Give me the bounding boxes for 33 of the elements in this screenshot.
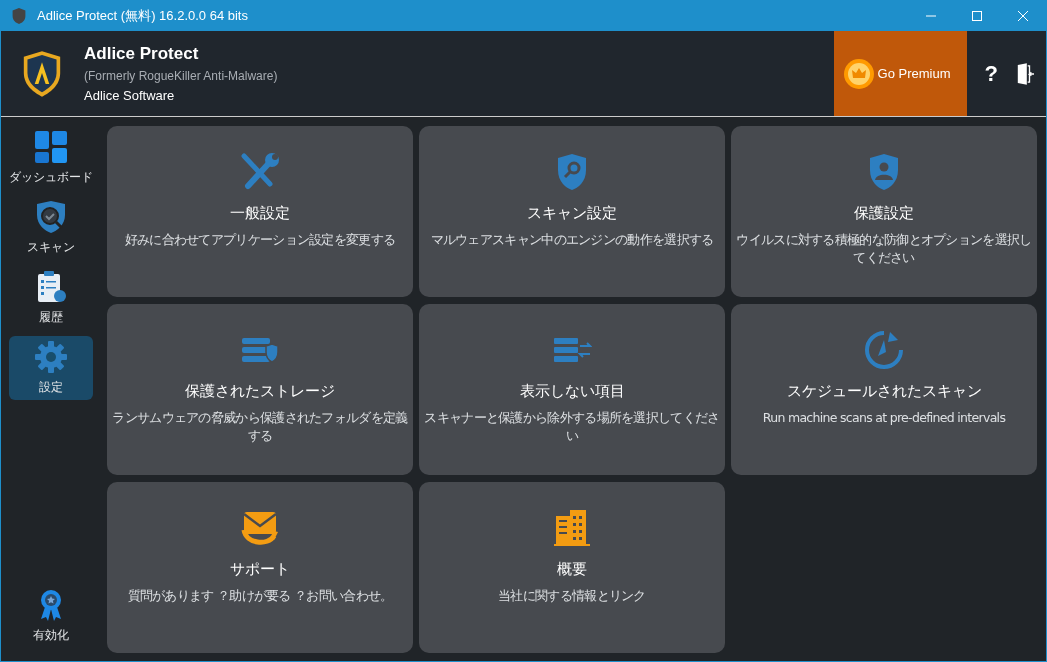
product-subtitle: (Formerly RogueKiller Anti-Malware) bbox=[84, 69, 279, 83]
settings-tile[interactable]: スキャン設定 マルウェアスキャン中のエンジンの動作を選択する bbox=[419, 126, 725, 297]
sidebar-item[interactable]: 有効化 bbox=[9, 584, 93, 648]
award-ribbon-icon bbox=[39, 588, 63, 621]
sidebar-item[interactable]: 設定 bbox=[9, 336, 93, 400]
settings-tile[interactable]: 一般設定 好みに合わせてアプリケーション設定を変更する bbox=[107, 126, 413, 297]
settings-tile[interactable]: 保護されたストレージ ランサムウェアの脅威から保護されたフォルダを定義する bbox=[107, 304, 413, 475]
go-premium-button[interactable]: Go Premium bbox=[833, 31, 967, 116]
sidebar-item[interactable]: スキャン bbox=[9, 196, 93, 260]
clipboard-icon bbox=[35, 270, 67, 303]
dashboard-icon bbox=[35, 130, 67, 163]
help-button[interactable]: ? bbox=[978, 60, 1004, 87]
sidebar-item[interactable]: 履歴 bbox=[9, 266, 93, 330]
exit-button[interactable] bbox=[1016, 62, 1034, 85]
settings-tile[interactable]: 保護設定 ウイルスに対する積極的な防御とオプションを選択してください bbox=[731, 126, 1037, 297]
shield-logo-icon bbox=[22, 50, 62, 97]
clock-refresh-icon bbox=[864, 330, 904, 370]
crown-icon bbox=[843, 58, 874, 89]
company-name: Adlice Software bbox=[84, 88, 176, 103]
settings-tile[interactable]: サポート 質問があります ？助けが要る ？お問い合わせ。 bbox=[107, 482, 413, 653]
settings-tile[interactable]: 表示しない項目 スキャナーと保護から除外する場所を選択してください bbox=[419, 304, 725, 475]
shield-logo-icon bbox=[11, 8, 27, 24]
settings-tile[interactable]: スケジュールされたスキャン Run machine scans at pre-defined intervals bbox=[731, 304, 1037, 475]
sidebar-item[interactable]: ダッシュボード bbox=[9, 126, 93, 190]
building-icon bbox=[552, 508, 592, 548]
gear-icon bbox=[35, 340, 67, 373]
close-icon bbox=[1018, 11, 1028, 21]
window-title: Adlice Protect (無料) 16.2.0.0 64 bits bbox=[37, 7, 249, 25]
shield-magnifier-icon bbox=[35, 200, 67, 233]
maximize-icon bbox=[972, 11, 982, 21]
settings-tile[interactable]: 概要 当社に関する情報とリンク bbox=[419, 482, 725, 653]
wrench-screwdriver-icon bbox=[240, 152, 280, 192]
product-name: Adlice Protect bbox=[84, 44, 200, 64]
